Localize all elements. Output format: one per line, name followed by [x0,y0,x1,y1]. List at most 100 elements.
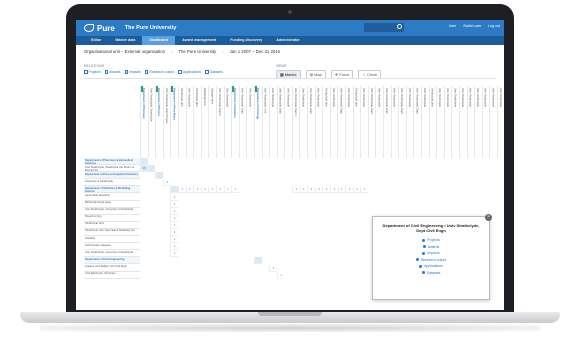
matrix-column-header[interactable]: Univ Strathclyde, Dept C [291,86,300,158]
matrix-cell[interactable]: 1 [360,186,368,194]
matrix-row-label[interactable]: Department of Pure and Applied Chemistry [84,172,140,180]
matrix-column-header[interactable]: Univ Strathclyde [345,86,353,158]
matrix-cell[interactable]: 1 [345,186,353,194]
matrix-column-header[interactable]: Univ Strathclyde, Dept [276,86,285,158]
matrix-row-label[interactable]: Department of Civil Engineering [84,257,140,265]
close-icon[interactable]: × [485,214,492,221]
matrix-row-label[interactable]: Queens Univ Belfast, Sch Civil Engn [84,264,140,272]
matrix-row-label[interactable]: NHS Greater Glasgow [84,243,140,251]
user-link[interactable]: User [449,24,456,28]
matrix-column-header[interactable]: Strathclyde Univ [352,86,361,158]
nav-dashboard[interactable]: Dashboard [142,36,176,45]
matrix-column-header[interactable]: Univ Strathclyde [496,86,504,158]
matrix-column-header[interactable]: Department of Civil Engg [253,86,262,158]
matrix-column-header[interactable]: Univ Strathclyde, Strathclyde [147,86,156,158]
matrix-cell[interactable]: 1 [170,250,178,258]
matrix-column-header[interactable]: Univ Strathclyde, Civil [261,86,270,158]
matrix-cell[interactable]: 1 [231,186,239,194]
matrix-cell[interactable]: 1 [170,207,178,215]
popup-relation-link[interactable]: Datasets [373,270,489,277]
matrix-cell[interactable]: 1 [170,200,178,208]
matrix-column-header[interactable]: Univ Strathclyde [314,86,323,158]
matrix-column-header[interactable]: Glasgow Univ [208,86,216,158]
matrix-cell[interactable]: 1 [307,186,315,194]
matrix-row-label[interactable]: Scotland [84,236,140,244]
matrix-column-header[interactable]: Univ Strathclyde, Dept [307,86,315,158]
logout-link[interactable]: Log out [488,24,500,28]
matrix-column-header[interactable]: Univ Strathclyde, Dept [413,86,421,158]
matrix-column-header[interactable]: Univ Strathclyde [481,86,490,158]
matrix-column-header[interactable]: Univ Strathclyde, Dept F [215,86,224,158]
relation-datasets[interactable]: Datasets [205,70,223,74]
matrix-cell[interactable] [254,257,262,265]
matrix-column-header[interactable]: Department of Statistics [231,86,239,158]
matrix-row-label[interactable]: Univ Edinburgh, Sch Engn [84,272,140,279]
matrix-column-header[interactable]: Univ Strathclyde [474,86,482,158]
matrix-column-header[interactable]: Univ Strathclyde [420,86,429,158]
matrix-column-header[interactable]: Strathclyde Univ [428,86,437,158]
matrix-row-label[interactable]: Univ Strathclyde, Strathclyde Inst Pharm… [84,165,140,173]
checkbox-icon[interactable] [124,70,128,74]
matrix-column-header[interactable]: Univ Strathclyde [405,86,414,158]
matrix-column-header[interactable]: Strathclyde Univ [177,86,186,158]
relation-applications[interactable]: Applications [178,70,201,74]
pure-logo[interactable]: Pure [84,24,115,33]
breadcrumb-item[interactable]: Organisational unit – External organisat… [84,49,165,54]
matrix-column-header[interactable]: Department of Pharmacy [140,86,148,158]
matrix-row-label[interactable]: Edinburgh Royal Hosp [84,201,140,208]
matrix-column-header[interactable]: Univ Strathclyde, Dept [238,86,247,158]
matrix-column-header[interactable]: Univ Strathclyde [466,86,475,158]
checkbox-icon[interactable] [104,70,109,74]
breadcrumb-item[interactable]: The Pure University [178,49,216,54]
matrix-row-label[interactable]: Royal Inst Grp [84,215,140,222]
matrix-column-header[interactable]: Department of Physics [155,86,163,158]
matrix-cell[interactable]: 1 [330,186,338,194]
relation-projects[interactable]: Projects [84,70,101,74]
matrix-cell[interactable]: 1 [314,186,323,194]
switch-user-link[interactable]: Switch user [463,24,481,28]
matrix-column-header[interactable]: Univ Strathclyde [458,86,467,158]
search-input[interactable] [364,23,404,32]
matrix-row-label[interactable]: University of Strathclyde [84,179,140,187]
matrix-row-label[interactable]: Strathclyde Univ [84,222,140,229]
matrix-cell[interactable]: 1 [337,186,346,194]
checkbox-icon[interactable] [205,70,209,74]
matrix-column-header[interactable]: Univ Strathclyde [360,86,368,158]
matrix-row-label[interactable]: Department of Pharmacy & Biomedical Scie… [84,158,140,166]
matrix-cell[interactable]: 1 [170,243,178,251]
matrix-cell[interactable]: 1 [193,186,201,194]
nav-funding-discovery[interactable]: Funding discovery [223,36,269,45]
matrix-row-label[interactable]: Univ Strathclyde, University of Strathcl… [84,208,140,215]
matrix-cell[interactable]: 1 [216,186,224,194]
matrix-row-label[interactable]: Heriot-Watt Research [84,193,140,201]
matrix-column-header[interactable]: Univ Strathclyde, Dept [367,86,376,158]
matrix-column-header[interactable]: Univ Strathclyde [489,86,497,158]
matrix-column-header[interactable]: Univ Strathclyde [390,86,399,158]
matrix-column-header[interactable]: Univ Strathclyde [223,86,232,158]
matrix-column-header[interactable]: Department of Pure Maths [170,86,178,158]
nav-administrator[interactable]: Administrator [269,36,307,45]
matrix-cell[interactable] [155,172,163,180]
breadcrumb-item[interactable]: Jan 1 2007 – Dec 31 2016 [230,49,280,54]
matrix-cell[interactable]: 1 [170,229,178,237]
matrix-cell[interactable]: 1 [208,186,216,194]
matrix-cell[interactable]: 1 [322,186,330,194]
matrix-column-header[interactable]: Strathclyde Univ [322,86,330,158]
matrix-column-header[interactable]: Univ Strathclyde [329,86,338,158]
matrix-cell[interactable]: 35 [140,165,148,173]
matrix-cell[interactable]: 1 [170,214,178,222]
matrix-column-header[interactable]: Univ Strathclyde [375,86,383,158]
search-icon[interactable] [397,24,402,29]
matrix-cell[interactable] [147,165,156,173]
matrix-column-header[interactable]: Univ Strathclyde [185,86,194,158]
matrix-column-header[interactable]: Univ Strathclyde [443,86,452,158]
matrix-column-header[interactable]: Edinburgh Univ [200,86,209,158]
matrix-column-header[interactable]: Univ Strathclyde [246,86,254,158]
nav-editor[interactable]: Editor [84,36,108,45]
matrix-cell[interactable]: 1 [223,186,232,194]
matrix-cell[interactable]: 1 [299,186,308,194]
matrix-column-header[interactable]: Univ Strathclyde [299,86,307,158]
matrix-column-header[interactable]: Strathclyde Univ [193,86,201,158]
relation-impacts[interactable]: Impacts [124,70,141,74]
matrix-cell[interactable] [140,158,148,166]
